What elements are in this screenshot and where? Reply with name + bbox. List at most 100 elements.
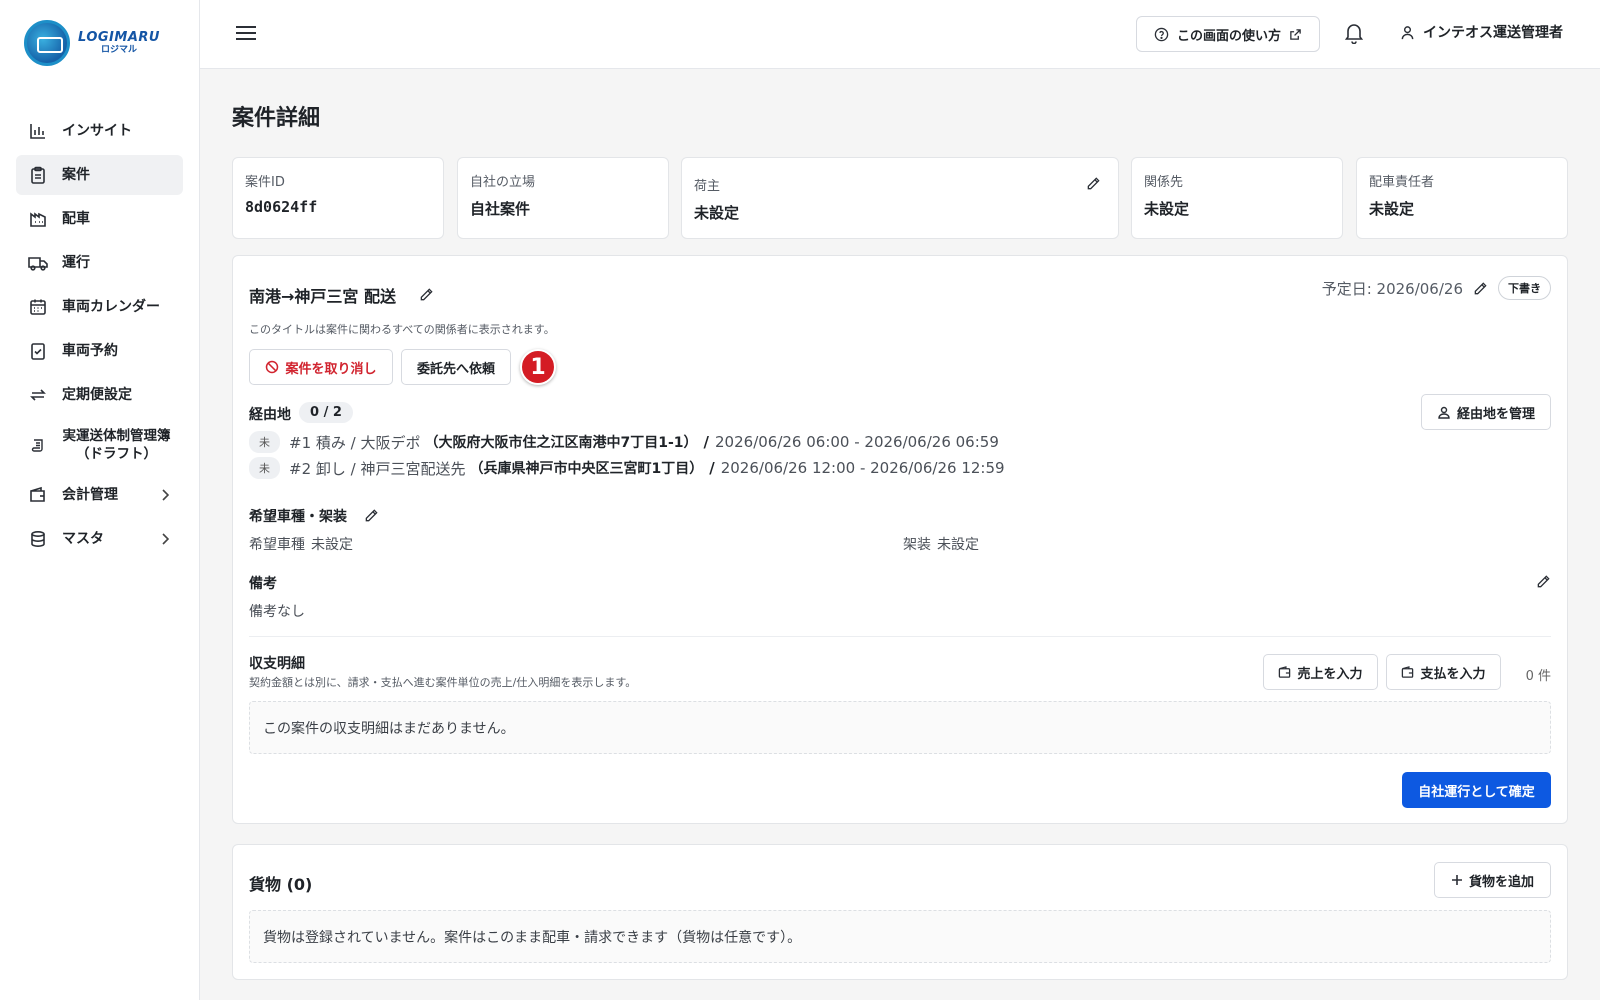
finance-label: 収支明細 bbox=[249, 656, 305, 672]
stop-row[interactable]: 未 #2 卸し / 神戸三宮配送先 （兵庫県神戸市中央区三宮町1丁目） / 20… bbox=[249, 457, 1005, 479]
edit-shipper-icon[interactable] bbox=[1086, 176, 1102, 192]
sidebar: LOGIMARU ロジマル インサイト 案件 配車 運行 車両カレンダー 車両予… bbox=[0, 0, 200, 1000]
clipboard-check-icon bbox=[28, 341, 48, 361]
sidebar-item-recurring[interactable]: 定期便設定 bbox=[16, 375, 183, 415]
wallet-icon bbox=[1278, 665, 1291, 679]
stop-address: （大阪府大阪市住之江区南港中7丁目1-1） bbox=[424, 435, 698, 451]
scroll-icon bbox=[28, 435, 48, 455]
confirm-own-operation-button[interactable]: 自社運行として確定 bbox=[1402, 772, 1551, 808]
scheduled-date-text: 予定日: 2026/06/26 bbox=[1321, 279, 1463, 298]
stop-status-badge: 未 bbox=[249, 431, 280, 453]
scheduled-date: 予定日: 2026/06/26 下書き bbox=[1322, 276, 1551, 300]
vehicle-type-key: 希望車種 bbox=[249, 537, 305, 553]
input-sales-button[interactable]: 売上を入力 bbox=[1263, 654, 1378, 690]
add-cargo-label: 貨物を追加 bbox=[1468, 874, 1534, 890]
case-id-label: 案件ID bbox=[245, 175, 285, 190]
clipboard-icon bbox=[28, 165, 48, 185]
menu-icon[interactable] bbox=[236, 22, 256, 44]
help-button[interactable]: この画面の使い方 bbox=[1136, 16, 1320, 52]
position-label: 自社の立場 bbox=[470, 175, 536, 190]
edit-vehicle-icon[interactable] bbox=[364, 508, 379, 523]
user-icon bbox=[1400, 25, 1415, 40]
sidebar-item-label: 車両予約 bbox=[62, 342, 118, 359]
logo-subtext: ロジマル bbox=[100, 45, 137, 55]
vehicle-type-value: 未設定 bbox=[311, 537, 353, 553]
user-menu[interactable]: インテオス運送管理者 bbox=[1400, 22, 1563, 42]
chevron-right-icon bbox=[161, 533, 169, 545]
cancel-case-label: 案件を取り消し bbox=[285, 361, 377, 377]
related-value: 未設定 bbox=[1144, 200, 1190, 218]
sidebar-item-label: 実運送体制管理簿（ドラフト） bbox=[62, 427, 171, 462]
sidebar-item-master[interactable]: マスタ bbox=[16, 519, 183, 559]
input-payment-label: 支払を入力 bbox=[1420, 666, 1486, 682]
factory-icon bbox=[28, 209, 48, 229]
wallet-icon bbox=[28, 485, 48, 505]
cancel-case-button[interactable]: 案件を取り消し bbox=[249, 349, 393, 385]
position-value: 自社案件 bbox=[470, 200, 531, 218]
shipper-value: 未設定 bbox=[694, 204, 740, 222]
entrust-label: 委託先へ依頼 bbox=[416, 361, 495, 377]
sidebar-item-label: マスタ bbox=[62, 530, 104, 547]
sidebar-item-accounting[interactable]: 会計管理 bbox=[16, 475, 183, 515]
vehicle-body-key: 架装 bbox=[903, 537, 931, 553]
stop-text: #2 卸し / 神戸三宮配送先 bbox=[289, 459, 466, 478]
sidebar-item-label: インサイト bbox=[62, 122, 132, 139]
finance-note: 契約金額とは別に、請求・支払へ進む案件単位の売上/仕入明細を表示します。 bbox=[249, 676, 637, 689]
sidebar-item-vehicle-calendar[interactable]: 車両カレンダー bbox=[16, 287, 183, 327]
edit-date-icon[interactable] bbox=[1473, 281, 1488, 296]
external-link-icon bbox=[1289, 28, 1302, 41]
sidebar-item-insight[interactable]: インサイト bbox=[16, 111, 183, 151]
bar-chart-icon bbox=[28, 121, 48, 141]
sidebar-item-label: 車両カレンダー bbox=[62, 298, 160, 315]
sidebar-item-dispatch[interactable]: 配車 bbox=[16, 199, 183, 239]
related-label: 関係先 bbox=[1144, 175, 1184, 190]
case-title-note: このタイトルは案件に関わるすべての関係者に表示されます。 bbox=[249, 323, 555, 336]
sidebar-item-label: 運行 bbox=[62, 254, 90, 271]
vehicle-body: 架装 未設定 bbox=[903, 534, 979, 554]
entrust-button[interactable]: 委託先へ依頼 bbox=[401, 349, 511, 385]
user-name: インテオス運送管理者 bbox=[1423, 25, 1563, 41]
ban-icon bbox=[265, 360, 279, 374]
cargo-title: 貨物 (0) bbox=[249, 875, 313, 894]
sidebar-nav: インサイト 案件 配車 運行 車両カレンダー 車両予約 定期便設定 実運送体制管… bbox=[16, 111, 183, 563]
stop-text: #1 積み / 大阪デポ bbox=[289, 433, 421, 452]
database-icon bbox=[28, 529, 48, 549]
manage-stops-label: 経由地を管理 bbox=[1456, 406, 1535, 422]
edit-remarks-icon[interactable] bbox=[1536, 574, 1551, 589]
dispatcher-label: 配車責任者 bbox=[1369, 175, 1435, 190]
sidebar-item-operation[interactable]: 運行 bbox=[16, 243, 183, 283]
finance-empty-state: この案件の収支明細はまだありません。 bbox=[249, 701, 1551, 754]
case-id-card: 案件ID 8d0624ff bbox=[232, 157, 444, 239]
step-marker: 1 bbox=[520, 349, 556, 385]
shipper-label: 荷主 bbox=[694, 179, 721, 194]
stops-label: 経由地 bbox=[249, 407, 291, 423]
sidebar-item-label: 会計管理 bbox=[62, 486, 118, 503]
stops-count: 0 / 2 bbox=[299, 402, 353, 423]
sidebar-item-vehicle-reservation[interactable]: 車両予約 bbox=[16, 331, 183, 371]
stop-row[interactable]: 未 #1 積み / 大阪デポ （大阪府大阪市住之江区南港中7丁目1-1） / 2… bbox=[249, 431, 999, 453]
add-cargo-button[interactable]: 貨物を追加 bbox=[1434, 862, 1551, 898]
help-circle-icon bbox=[1154, 27, 1169, 42]
wallet-icon bbox=[1401, 665, 1414, 679]
stop-time: 2026/06/26 06:00 - 2026/06/26 06:59 bbox=[715, 433, 999, 451]
manage-stops-button[interactable]: 経由地を管理 bbox=[1421, 394, 1551, 430]
bell-icon[interactable] bbox=[1344, 22, 1366, 44]
input-sales-label: 売上を入力 bbox=[1297, 666, 1363, 682]
input-payment-button[interactable]: 支払を入力 bbox=[1386, 654, 1501, 690]
stop-address: （兵庫県神戸市中央区三宮町1丁目） bbox=[469, 461, 704, 477]
logo-text: LOGIMARU bbox=[78, 30, 160, 45]
divider bbox=[249, 636, 1551, 637]
sidebar-item-label: 案件 bbox=[62, 166, 90, 183]
plus-icon bbox=[1451, 874, 1463, 886]
vehicle-type: 希望車種 未設定 bbox=[249, 534, 353, 554]
sidebar-item-cases[interactable]: 案件 bbox=[16, 155, 183, 195]
app-logo[interactable]: LOGIMARU ロジマル bbox=[24, 20, 160, 66]
stop-time: 2026/06/26 12:00 - 2026/06/26 12:59 bbox=[720, 459, 1005, 477]
sidebar-item-transport-register[interactable]: 実運送体制管理簿（ドラフト） bbox=[16, 419, 183, 471]
logo-mark-icon bbox=[24, 20, 70, 66]
case-title: 南港→神戸三宮 配送 bbox=[249, 287, 396, 306]
stop-separator: / bbox=[703, 433, 710, 451]
stop-separator: / bbox=[709, 459, 715, 477]
edit-title-icon[interactable] bbox=[419, 287, 435, 303]
repeat-icon bbox=[28, 385, 48, 405]
